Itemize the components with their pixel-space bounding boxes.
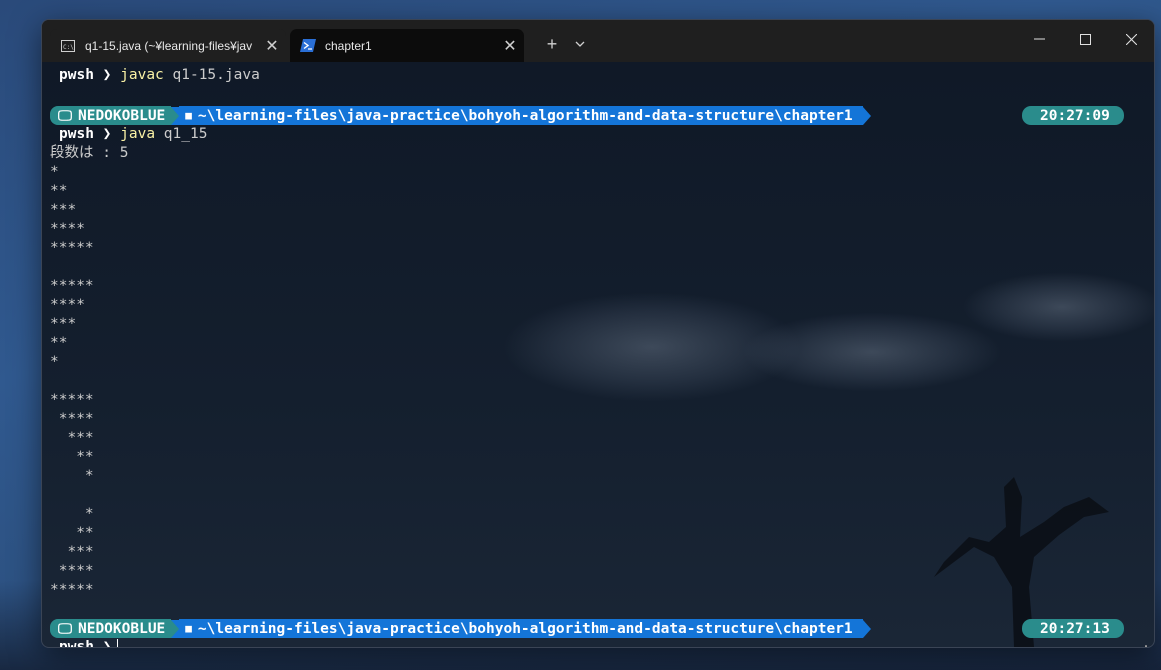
prompt-line[interactable]: pwsh ❯ [50,638,119,648]
tab-dropdown-chevron-down-icon[interactable] [570,32,590,56]
folder-icon: ■ [185,622,192,635]
prompt-arrow: ❯ [102,126,112,142]
title-bar[interactable]: C:\ q1-15.java (~¥learning-files¥jav ✕ c… [42,20,1154,62]
output-line: ***** [50,582,94,598]
monitor-icon: 🖵 [58,620,72,637]
output-line: ** [50,335,68,351]
host-segment: 🖵 NEDOKOBLUE [50,106,172,125]
tab-chapter1[interactable]: chapter1 ✕ [290,29,524,62]
host-name: NEDOKOBLUE [77,620,166,637]
output-line: *** [50,316,77,332]
prompt-line: pwsh ❯ javac q1-15.java [50,66,260,85]
output-line: ** [50,183,68,199]
output-line: * [50,468,94,484]
output-line: *** [50,544,94,560]
output-line: 段数は : 5 [50,145,129,161]
output-line: * [50,506,94,522]
output-line: ** [50,525,94,541]
current-path: ~\learning-files\java-practice\bohyoh-al… [197,107,853,124]
prompt-line: pwsh ❯ java q1_15 [50,125,207,144]
output-line: ***** [50,392,94,408]
output-line: **** [50,297,85,313]
shell-name: pwsh [59,126,94,142]
shell-name: pwsh [59,639,94,648]
segment-separator [862,619,871,638]
host-name: NEDOKOBLUE [77,107,166,124]
new-tab-button[interactable]: + [542,32,562,56]
segment-separator [171,106,180,125]
segment-separator [171,619,180,638]
terminal-pane[interactable]: pwsh ❯ javac q1-15.java 🖵 NEDOKOBLUE ■ ~\l… [42,62,1154,647]
tab-close-icon[interactable]: ✕ [496,36,524,56]
output-line: ***** [50,278,94,294]
cmd-icon: C:\ [60,38,76,54]
background-cloud [742,312,1002,392]
prompt-time: 20:27:09 [1022,106,1124,125]
output-line: * [50,354,59,370]
output-line: *** [50,202,77,218]
scrollbar[interactable] [1145,645,1147,647]
powershell-icon [300,38,316,54]
output-line: ***** [50,240,94,256]
monitor-icon: 🖵 [58,107,72,124]
svg-text:C:\: C:\ [63,44,74,51]
maximize-button[interactable] [1062,20,1108,58]
prompt-status-bar: 🖵 NEDOKOBLUE ■ ~\learning-files\java-pract… [50,619,871,638]
minimize-button[interactable] [1016,20,1062,58]
terminal-window: C:\ q1-15.java (~¥learning-files¥jav ✕ c… [41,19,1155,648]
prompt-arrow: ❯ [102,67,112,83]
path-segment: ■ ~\learning-files\java-practice\bohyoh-a… [179,619,863,638]
current-path: ~\learning-files\java-practice\bohyoh-al… [197,620,853,637]
prompt-arrow: ❯ [102,639,112,648]
output-line: ** [50,449,94,465]
tab-title: q1-15.java (~¥learning-files¥jav [85,38,253,53]
close-button[interactable] [1108,20,1154,58]
segment-separator [862,106,871,125]
output-line: *** [50,430,94,446]
command-text: javac [120,67,164,83]
command-args: q1-15.java [163,67,260,83]
command-args: q1_15 [155,126,208,142]
text-cursor [117,639,119,647]
output-line: * [50,164,59,180]
shell-name: pwsh [59,67,94,83]
command-text: java [120,126,156,142]
path-segment: ■ ~\learning-files\java-practice\bohyoh-a… [179,106,863,125]
tab-close-icon[interactable]: ✕ [258,36,286,56]
output-line: **** [50,221,85,237]
output-line: **** [50,563,94,579]
host-segment: 🖵 NEDOKOBLUE [50,619,172,638]
folder-icon: ■ [185,109,192,122]
tab-q1-15-java[interactable]: C:\ q1-15.java (~¥learning-files¥jav ✕ [50,29,286,62]
background-cloud [962,272,1154,342]
prompt-status-bar: 🖵 NEDOKOBLUE ■ ~\learning-files\java-pract… [50,106,871,125]
tab-title: chapter1 [325,38,372,53]
prompt-time: 20:27:13 [1022,619,1124,638]
output-line: **** [50,411,94,427]
